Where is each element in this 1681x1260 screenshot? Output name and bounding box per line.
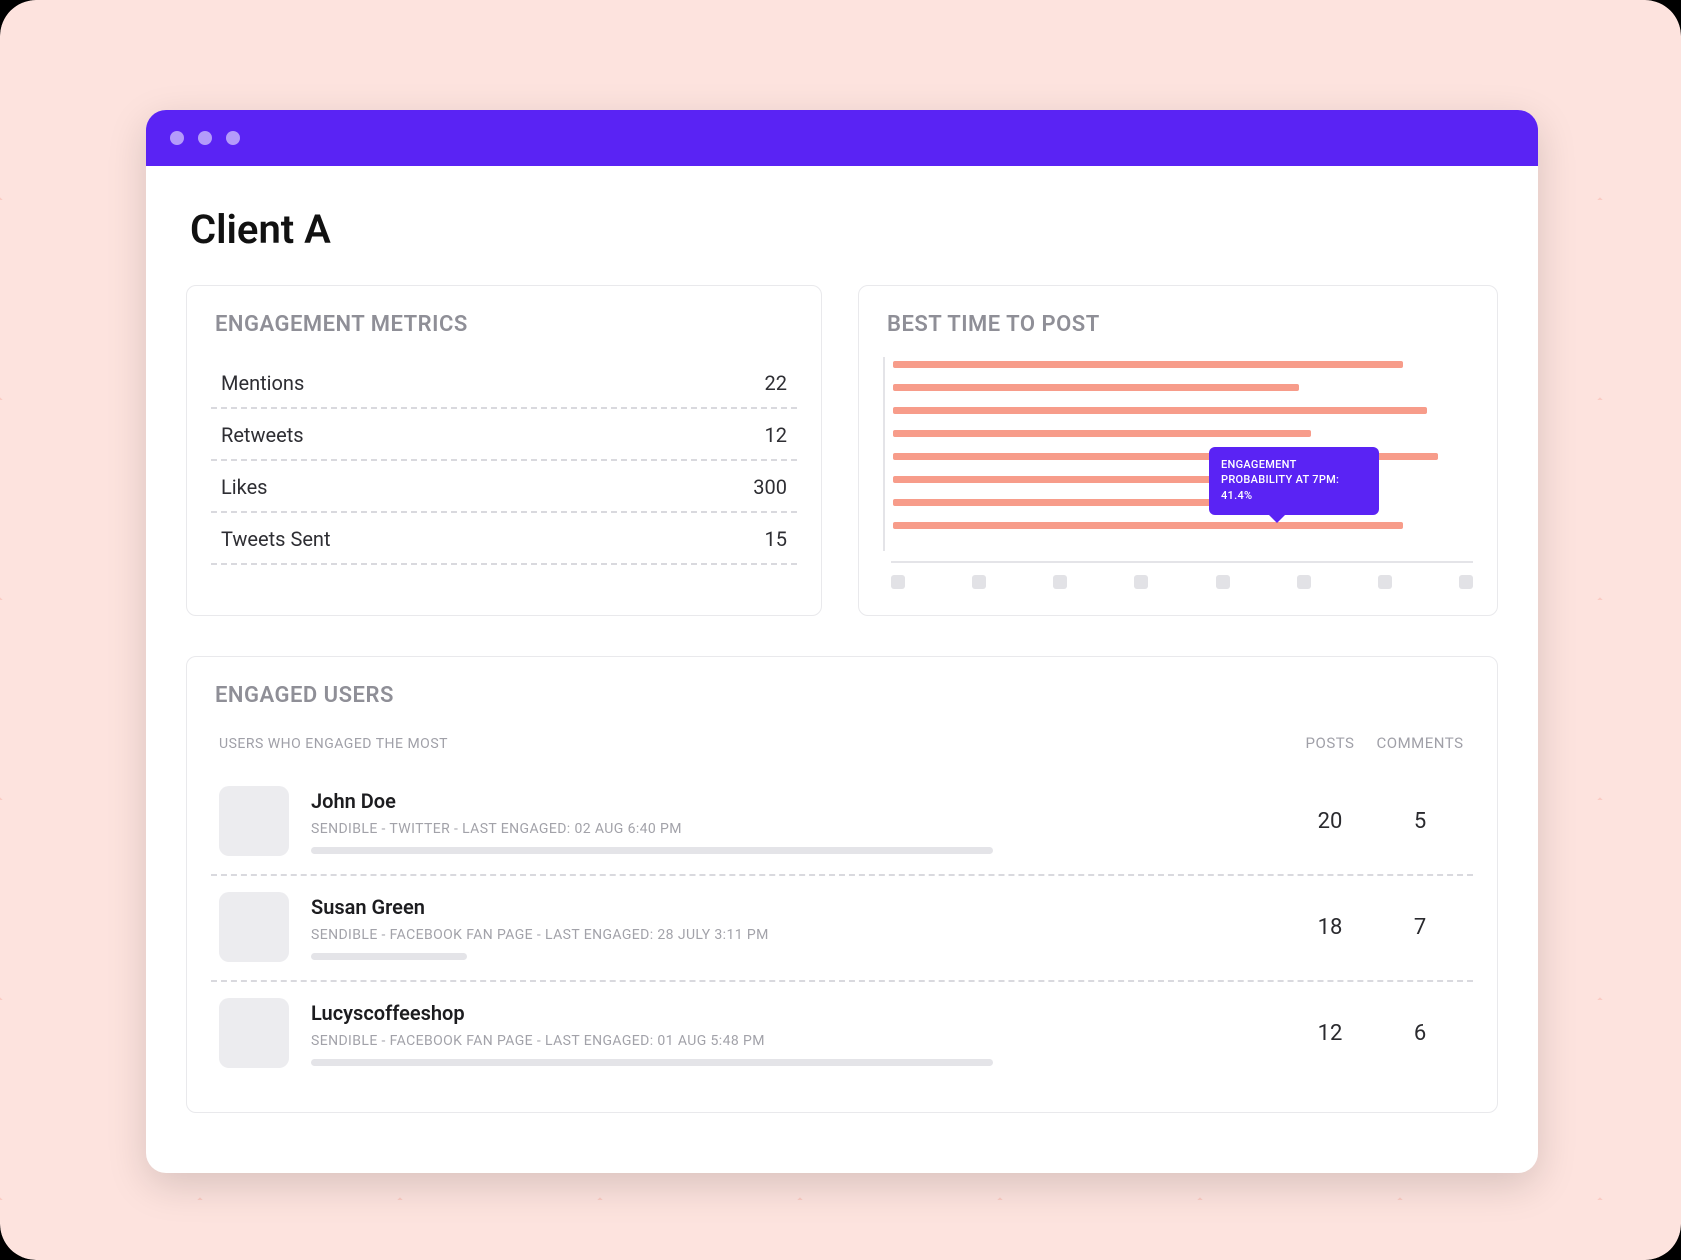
page-title: Client A	[190, 206, 1498, 253]
user-engagement-bar	[311, 953, 467, 960]
user-engagement-bar	[311, 847, 993, 854]
window-control-minimize-icon[interactable]	[198, 131, 212, 145]
card-title-engaged-users: ENGAGED USERS	[215, 683, 1469, 708]
window-control-zoom-icon[interactable]	[226, 131, 240, 145]
column-header-comments: COMMENTS	[1375, 734, 1465, 752]
user-name: Susan Green	[311, 895, 1285, 919]
column-header-posts: POSTS	[1285, 734, 1375, 752]
metric-label: Mentions	[221, 371, 304, 395]
user-name: John Doe	[311, 789, 1285, 813]
card-engaged-users: ENGAGED USERS USERS WHO ENGAGED THE MOST…	[186, 656, 1498, 1113]
user-comments-count: 6	[1375, 1021, 1465, 1046]
user-info: Susan Green SENDIBLE - FACEBOOK FAN PAGE …	[311, 895, 1285, 960]
user-meta: SENDIBLE - FACEBOOK FAN PAGE - LAST ENGA…	[311, 1033, 1285, 1049]
chart-bar	[893, 384, 1299, 391]
metric-value: 300	[753, 475, 787, 499]
tooltip-value: 41.4%	[1221, 489, 1252, 502]
metric-row: Tweets Sent 15	[211, 513, 797, 565]
chart-tick	[1134, 575, 1148, 589]
card-title-engagement-metrics: ENGAGEMENT METRICS	[215, 312, 793, 337]
metric-row: Mentions 22	[211, 357, 797, 409]
user-meta: SENDIBLE - FACEBOOK FAN PAGE - LAST ENGA…	[311, 927, 1285, 943]
chart-x-axis	[891, 561, 1473, 589]
metric-label: Likes	[221, 475, 268, 499]
chart-tick	[1297, 575, 1311, 589]
user-info: John Doe SENDIBLE - TWITTER - LAST ENGAGE…	[311, 789, 1285, 854]
metric-value: 22	[765, 371, 787, 395]
chart-tick	[972, 575, 986, 589]
chart-tooltip: ENGAGEMENT PROBABILITY AT 7PM: 41.4%	[1209, 447, 1379, 515]
card-title-best-time: BEST TIME TO POST	[887, 312, 1469, 337]
tooltip-line-1: ENGAGEMENT	[1221, 458, 1297, 471]
window-titlebar	[146, 110, 1538, 166]
user-engagement-bar	[311, 1059, 993, 1066]
engaged-user-row[interactable]: Susan Green SENDIBLE - FACEBOOK FAN PAGE …	[211, 876, 1473, 982]
user-comments-count: 7	[1375, 915, 1465, 940]
chart-tick	[1216, 575, 1230, 589]
chart-bar	[893, 361, 1403, 368]
avatar	[219, 998, 289, 1068]
engaged-user-row[interactable]: Lucyscoffeeshop SENDIBLE - FACEBOOK FAN P…	[211, 982, 1473, 1086]
user-comments-count: 5	[1375, 809, 1465, 834]
metric-label: Tweets Sent	[221, 527, 331, 551]
card-engagement-metrics: ENGAGEMENT METRICS Mentions 22 Retweets 12 L…	[186, 285, 822, 616]
user-posts-count: 12	[1285, 1021, 1375, 1046]
card-best-time: BEST TIME TO POST ENGAGEMENT PROBABILITY…	[858, 285, 1498, 616]
engaged-users-subtitle: USERS WHO ENGAGED THE MOST	[219, 736, 1285, 752]
chart-bar	[893, 476, 1253, 483]
chart-tick	[1378, 575, 1392, 589]
chart-tick	[1053, 575, 1067, 589]
user-posts-count: 18	[1285, 915, 1375, 940]
metric-value: 15	[765, 527, 787, 551]
metric-row: Retweets 12	[211, 409, 797, 461]
user-info: Lucyscoffeeshop SENDIBLE - FACEBOOK FAN P…	[311, 1001, 1285, 1066]
chart-bar	[893, 522, 1403, 529]
avatar	[219, 892, 289, 962]
window-control-close-icon[interactable]	[170, 131, 184, 145]
window-content: Client A ENGAGEMENT METRICS Mentions 22 Re…	[146, 166, 1538, 1173]
user-name: Lucyscoffeeshop	[311, 1001, 1285, 1025]
outer-frame: Client A ENGAGEMENT METRICS Mentions 22 Re…	[0, 0, 1681, 1260]
chart-tick	[891, 575, 905, 589]
chart-tick	[1459, 575, 1473, 589]
engaged-user-row[interactable]: John Doe SENDIBLE - TWITTER - LAST ENGAGE…	[211, 770, 1473, 876]
metric-row: Likes 300	[211, 461, 797, 513]
chart-bar	[893, 407, 1427, 414]
best-time-bar-chart: ENGAGEMENT PROBABILITY AT 7PM: 41.4%	[883, 357, 1473, 551]
metric-value: 12	[765, 423, 787, 447]
engaged-users-columns: USERS WHO ENGAGED THE MOST POSTS COMMENT…	[211, 728, 1473, 770]
avatar	[219, 786, 289, 856]
metric-label: Retweets	[221, 423, 304, 447]
user-posts-count: 20	[1285, 809, 1375, 834]
chart-bar	[893, 430, 1311, 437]
user-meta: SENDIBLE - TWITTER - LAST ENGAGED: 02 AU…	[311, 821, 1285, 837]
app-window: Client A ENGAGEMENT METRICS Mentions 22 Re…	[146, 110, 1538, 1173]
tooltip-line-2: PROBABILITY AT 7PM:	[1221, 473, 1339, 486]
